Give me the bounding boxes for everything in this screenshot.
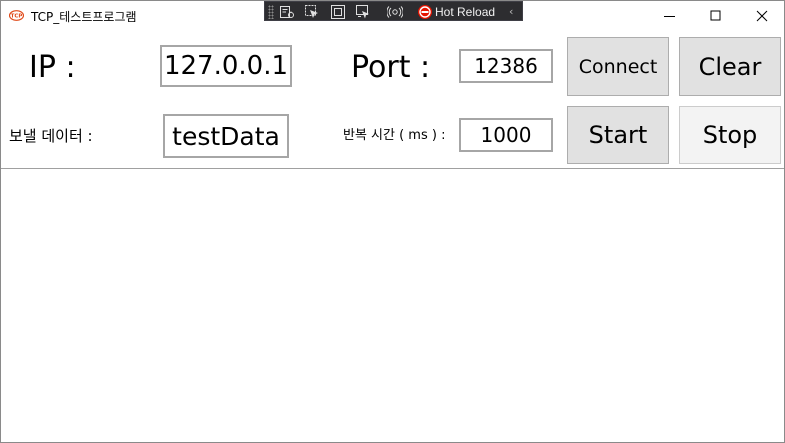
port-input[interactable] xyxy=(459,49,553,83)
ip-input[interactable] xyxy=(160,45,292,87)
stop-button[interactable]: Stop xyxy=(679,106,781,164)
select-element-icon[interactable] xyxy=(304,4,320,20)
hot-reload-status-icon[interactable] xyxy=(387,4,403,20)
interval-input[interactable] xyxy=(459,118,553,152)
log-textbox[interactable] xyxy=(1,168,784,442)
hot-reload-label[interactable]: Hot Reload xyxy=(435,5,495,19)
live-visual-tree-icon[interactable] xyxy=(279,4,295,20)
debug-toolbar: Hot Reload ‹ xyxy=(264,1,523,21)
window-title: TCP_테스트프로그램 xyxy=(31,10,137,24)
toolbar-grip-icon[interactable] xyxy=(268,5,274,19)
ip-label: IP : xyxy=(29,50,76,85)
maximize-icon xyxy=(710,10,721,21)
interval-label: 반복 시간 ( ms ) : xyxy=(343,128,446,143)
connect-button[interactable]: Connect xyxy=(567,37,669,96)
minimize-button[interactable] xyxy=(647,1,693,31)
clear-button[interactable]: Clear xyxy=(679,37,781,96)
start-button[interactable]: Start xyxy=(567,106,669,164)
collapse-toolbar-icon[interactable]: ‹ xyxy=(509,5,513,18)
minimize-icon xyxy=(664,16,675,17)
track-focus-icon[interactable] xyxy=(355,4,371,20)
hot-reload-stop-icon[interactable] xyxy=(417,4,433,20)
send-data-label: 보낼 데이터 : xyxy=(9,127,93,145)
maximize-button[interactable] xyxy=(693,1,739,31)
send-data-input[interactable] xyxy=(163,114,289,158)
display-layout-adorners-icon[interactable] xyxy=(330,4,346,20)
svg-text:TCP: TCP xyxy=(11,14,23,20)
app-window: TCP TCP_테스트프로그램 Hot Reload ‹ IP: 127.0.… xyxy=(0,0,785,443)
port-label: Port : xyxy=(351,50,431,85)
close-button[interactable] xyxy=(739,1,785,31)
close-icon xyxy=(756,10,768,22)
app-logo-icon: TCP xyxy=(9,10,24,21)
